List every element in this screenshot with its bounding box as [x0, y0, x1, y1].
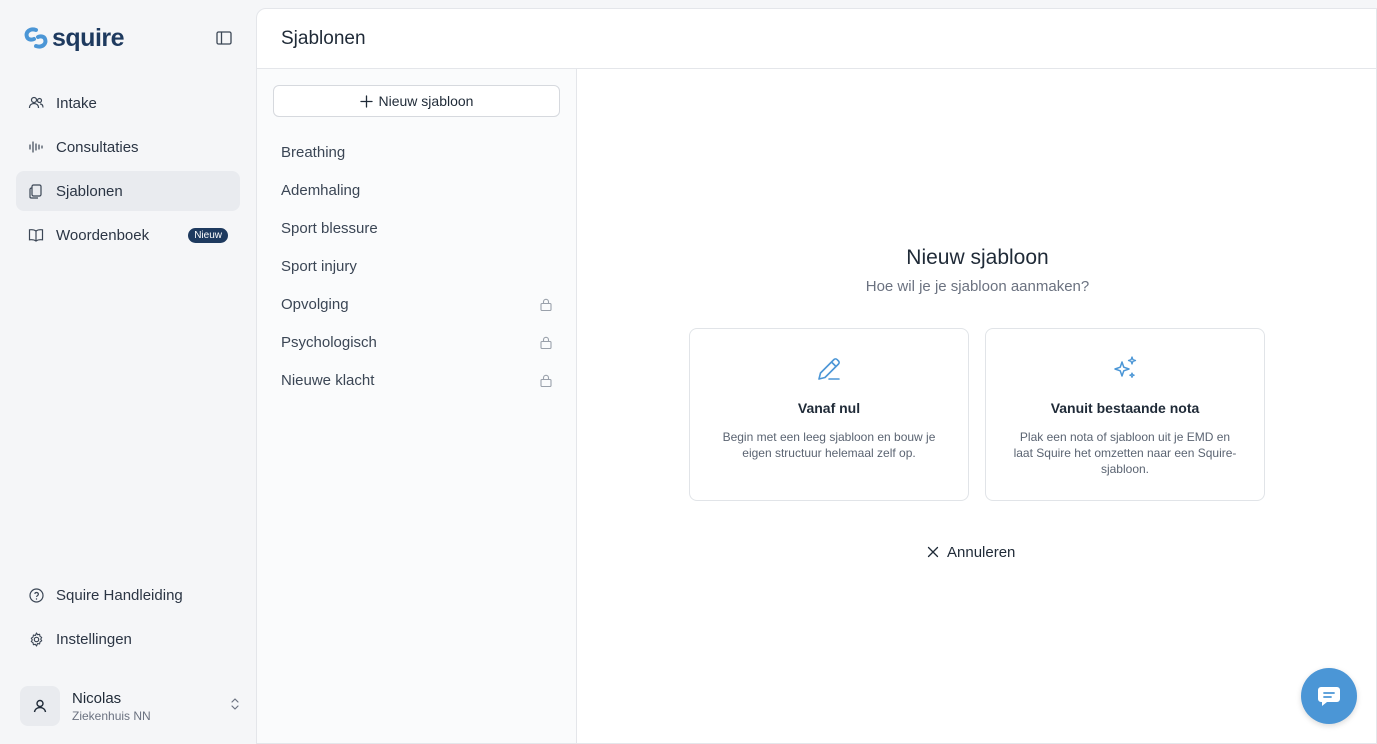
sidebar: squire Intake Consultaties Sjablonen Woo…	[0, 0, 256, 744]
option-description: Plak een nota of sjabloon uit je EMD en …	[1013, 430, 1237, 476]
waveform-icon	[28, 139, 44, 155]
option-title: Vanaf nul	[797, 400, 861, 416]
template-item-label: Nieuwe klacht	[281, 371, 375, 389]
brand-logo[interactable]: squire	[24, 23, 125, 52]
help-circle-icon	[28, 587, 44, 603]
close-icon	[927, 546, 939, 558]
support-chat-button[interactable]	[1301, 668, 1357, 724]
new-template-button[interactable]: Nieuw sjabloon	[273, 85, 560, 117]
collapse-sidebar-button[interactable]	[214, 28, 234, 48]
sidebar-item-handleiding[interactable]: Squire Handleiding	[16, 575, 240, 615]
avatar	[20, 686, 60, 726]
template-item-psychologisch[interactable]: Psychologisch	[273, 323, 560, 361]
template-item-ademhaling[interactable]: Ademhaling	[273, 171, 560, 209]
sidebar-item-woordenboek[interactable]: Woordenboek Nieuw	[16, 215, 240, 255]
new-badge: Nieuw	[188, 227, 228, 243]
users-icon	[28, 95, 44, 111]
sparkles-icon	[1114, 356, 1137, 378]
sidebar-item-label: Intake	[56, 94, 97, 112]
sidebar-item-sjablonen[interactable]: Sjablonen	[16, 171, 240, 211]
templates-panel: Nieuw sjabloon Breathing Ademhaling Spor…	[257, 69, 577, 743]
template-item-breathing[interactable]: Breathing	[273, 133, 560, 171]
user-menu[interactable]: Nicolas Ziekenhuis NN	[20, 684, 244, 728]
sidebar-item-label: Instellingen	[56, 630, 132, 648]
page-header: Sjablonen	[257, 9, 1376, 69]
option-description: Begin met een leeg sjabloon en bouw je e…	[722, 430, 936, 460]
user-icon	[33, 699, 47, 713]
user-name: Nicolas	[72, 689, 122, 707]
sidebar-item-consultaties[interactable]: Consultaties	[16, 127, 240, 167]
template-item-label: Psychologisch	[281, 333, 377, 351]
cancel-label: Annuleren	[947, 543, 1016, 561]
sidebar-item-label: Sjablonen	[56, 182, 123, 200]
sidebar-bottom-nav: Squire Handleiding Instellingen	[16, 575, 240, 663]
template-item-label: Breathing	[281, 143, 346, 161]
gear-icon	[28, 631, 44, 647]
page-title: Sjablonen	[281, 27, 366, 49]
sidebar-item-label: Consultaties	[56, 138, 139, 156]
template-item-nieuwe-klacht[interactable]: Nieuwe klacht	[273, 361, 560, 399]
pencil-icon	[818, 358, 840, 380]
chevron-up-down-icon[interactable]	[230, 696, 240, 717]
sidebar-item-intake[interactable]: Intake	[16, 83, 240, 123]
document-copy-icon	[28, 183, 44, 199]
plus-icon	[359, 94, 373, 108]
lock-icon	[540, 298, 552, 311]
cancel-button[interactable]: Annuleren	[927, 541, 1015, 563]
template-item-sport-blessure[interactable]: Sport blessure	[273, 209, 560, 247]
creator-title: Nieuw sjabloon	[906, 246, 1049, 269]
template-list: Breathing Ademhaling Sport blessure Spor…	[273, 133, 560, 399]
option-title: Vanuit bestaande nota	[1050, 400, 1200, 416]
main-panel: Sjablonen Nieuw sjabloon Breathing Ademh…	[256, 8, 1377, 744]
chat-icon	[1318, 687, 1340, 706]
lock-icon	[540, 374, 552, 387]
user-organization: Ziekenhuis NN	[72, 708, 151, 723]
sidebar-toggle-icon	[216, 31, 232, 45]
sidebar-item-label: Woordenboek	[56, 226, 150, 244]
squire-logo-icon	[24, 27, 48, 49]
template-item-label: Opvolging	[281, 295, 349, 313]
template-item-label: Sport blessure	[281, 219, 378, 237]
sidebar-item-instellingen[interactable]: Instellingen	[16, 619, 240, 659]
template-creator: Nieuw sjabloon Hoe wil je je sjabloon aa…	[577, 69, 1376, 743]
option-from-scratch[interactable]: Vanaf nul Begin met een leeg sjabloon en…	[689, 328, 969, 501]
template-item-label: Ademhaling	[281, 181, 361, 199]
template-item-opvolging[interactable]: Opvolging	[273, 285, 560, 323]
template-item-label: Sport injury	[281, 257, 357, 275]
sidebar-nav: Intake Consultaties Sjablonen Woordenboe…	[16, 83, 240, 259]
template-item-sport-injury[interactable]: Sport injury	[273, 247, 560, 285]
new-template-label: Nieuw sjabloon	[378, 93, 474, 109]
option-from-existing-note[interactable]: Vanuit bestaande nota Plak een nota of s…	[985, 328, 1265, 501]
book-icon	[28, 227, 44, 243]
sidebar-item-label: Squire Handleiding	[56, 586, 183, 604]
brand-name: squire	[52, 23, 125, 52]
lock-icon	[540, 336, 552, 349]
creator-subtitle: Hoe wil je je sjabloon aanmaken?	[865, 278, 1090, 295]
